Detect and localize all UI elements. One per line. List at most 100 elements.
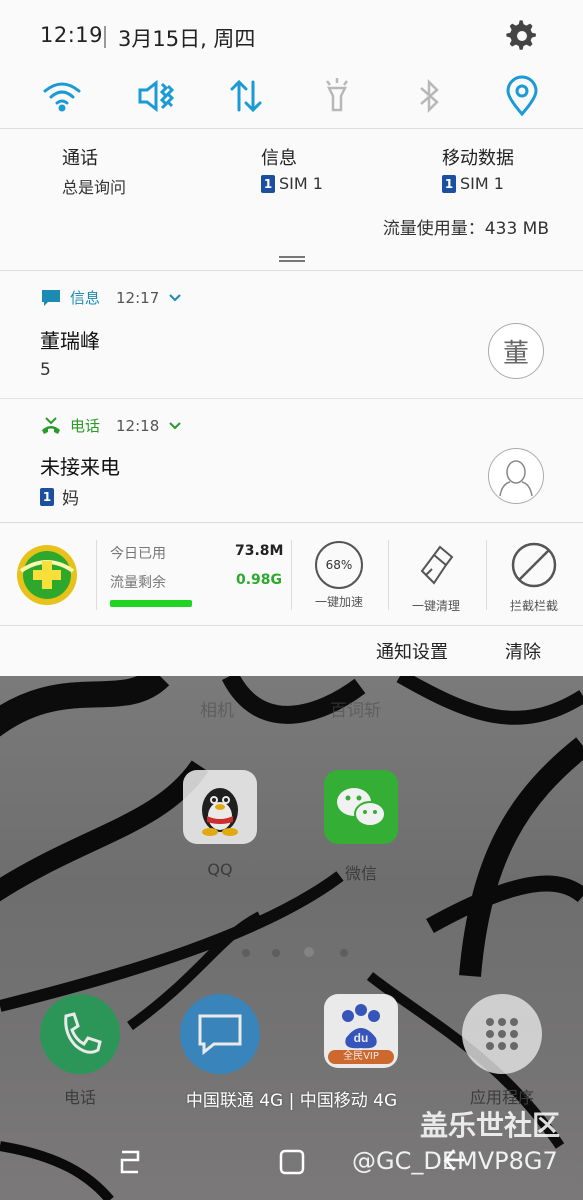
gear-icon xyxy=(506,20,536,50)
security-app-logo[interactable] xyxy=(15,543,79,607)
notification-header: 信息 12:17 xyxy=(40,287,183,308)
contact-avatar[interactable] xyxy=(488,448,544,504)
home-label-baicizhan: 百词斩 xyxy=(330,701,381,721)
notification-title: 未接来电 xyxy=(40,455,120,479)
person-icon xyxy=(499,460,533,496)
call-value: 总是询问 xyxy=(62,174,126,198)
sim1-badge-icon: 1 xyxy=(40,487,54,506)
page-dot xyxy=(272,949,280,957)
header-divider xyxy=(104,26,106,48)
broom-icon xyxy=(420,545,454,585)
chevron-down-icon[interactable] xyxy=(167,418,183,434)
wifi-icon xyxy=(43,82,81,112)
block-label: 拦截栏截 xyxy=(509,599,558,613)
call-value-text: 总是询问 xyxy=(62,178,127,197)
home-label-camera: 相机 xyxy=(200,701,234,721)
phone-icon xyxy=(64,1012,102,1054)
recent-apps-icon xyxy=(120,1150,140,1174)
data-usage: 流量使用量：433 MB xyxy=(382,219,549,239)
home-button[interactable] xyxy=(276,1146,308,1178)
qq-app[interactable] xyxy=(183,770,257,844)
sound-toggle[interactable] xyxy=(130,72,178,120)
notification-body: 5 xyxy=(40,360,51,380)
location-icon xyxy=(506,75,538,117)
qq-label: QQ xyxy=(207,860,233,879)
message-title: 信息 xyxy=(261,148,297,169)
wechat-label: 微信 xyxy=(344,864,377,883)
mobile-data-value: 1 SIM 1 xyxy=(442,174,514,193)
apps-drawer[interactable] xyxy=(462,994,542,1074)
divider xyxy=(96,540,97,610)
missed-call-icon xyxy=(42,416,60,434)
today-used-label: 今日已用 xyxy=(110,546,166,562)
block-button[interactable]: 拦截栏截 xyxy=(489,541,579,614)
bluetooth-toggle[interactable] xyxy=(405,72,453,120)
call-title: 通话 xyxy=(62,148,98,169)
contact-avatar[interactable]: 董 xyxy=(488,323,544,379)
divider xyxy=(388,540,389,610)
clean-button[interactable]: 一键清理 xyxy=(391,541,481,614)
sim-card-panel: 通话 总是询问 信息 1 SIM 1 移动数据 1 SIM 1 流量使用量：43… xyxy=(0,130,583,270)
back-icon xyxy=(443,1149,464,1171)
svg-text:du: du xyxy=(354,1031,369,1045)
settings-gear-button[interactable] xyxy=(506,20,538,52)
apps-grid-icon xyxy=(486,1018,518,1050)
mobile-data-toggle[interactable] xyxy=(222,72,270,120)
home-icon xyxy=(279,1149,305,1175)
recent-apps-button[interactable] xyxy=(114,1146,146,1178)
flashlight-icon xyxy=(326,78,348,112)
today-used-value: 73.8M xyxy=(235,543,284,559)
baidu-app[interactable]: du 全民VIP xyxy=(324,994,398,1068)
wechat-app[interactable] xyxy=(324,770,398,844)
phone-app[interactable] xyxy=(40,994,120,1074)
notification-time: 12:18 xyxy=(116,416,160,435)
boost-button[interactable]: 68% 一键加速 xyxy=(294,541,384,610)
quick-settings-row xyxy=(0,72,583,127)
back-button[interactable] xyxy=(440,1146,472,1178)
chat-bubble-icon xyxy=(42,289,60,306)
divider xyxy=(291,540,292,610)
location-toggle[interactable] xyxy=(498,72,546,120)
wechat-icon xyxy=(337,788,386,827)
notification-body-text: 妈 xyxy=(62,489,79,509)
message-sim-setting[interactable]: 信息 1 SIM 1 xyxy=(261,144,323,193)
mobile-data-title: 移动数据 xyxy=(442,148,514,169)
flashlight-toggle[interactable] xyxy=(313,72,361,120)
divider xyxy=(0,128,583,129)
sim1-badge-icon: 1 xyxy=(442,174,456,193)
mobile-data-sim-setting[interactable]: 移动数据 1 SIM 1 xyxy=(442,144,514,193)
baidu-vip-badge: 全民VIP xyxy=(328,1050,394,1064)
drag-handle[interactable] xyxy=(279,256,305,262)
sim1-badge-icon: 1 xyxy=(261,174,275,193)
notification-shade: 12:19 3月15日, 周四 通话 总是询问 信息 1 SIM 1 移动数据 … xyxy=(0,0,583,676)
missed-call-notification[interactable]: 电话 12:18 未接来电 1 妈 xyxy=(0,399,583,522)
messages-app[interactable] xyxy=(180,994,260,1074)
call-sim-setting[interactable]: 通话 总是询问 xyxy=(62,144,126,198)
notification-app-name: 信息 xyxy=(70,289,101,307)
data-left-label: 流量剩余 xyxy=(110,575,166,591)
notification-header: 电话 12:18 xyxy=(40,415,183,436)
date[interactable]: 3月15日, 周四 xyxy=(118,23,255,53)
notification-body-text: 5 xyxy=(40,360,51,380)
mobile-data-icon xyxy=(230,79,262,113)
notification-time: 12:17 xyxy=(116,288,160,307)
shade-header: 12:19 3月15日, 周四 xyxy=(0,0,583,70)
data-left-bar xyxy=(110,600,192,607)
message-value: 1 SIM 1 xyxy=(261,174,323,193)
page-dot xyxy=(242,949,250,957)
bluetooth-icon xyxy=(420,78,439,114)
data-left-value: 0.98G xyxy=(236,572,283,588)
message-icon xyxy=(198,1014,242,1056)
message-notification[interactable]: 信息 12:17 董瑞峰 5 董 xyxy=(0,271,583,398)
data-left-bar-fill xyxy=(110,600,192,607)
qq-icon xyxy=(202,788,238,836)
mobile-data-value-text: SIM 1 xyxy=(460,174,504,193)
block-icon xyxy=(511,542,557,588)
notification-settings-button[interactable]: 通知设置 xyxy=(376,638,448,664)
memory-gauge: 68% xyxy=(315,541,363,589)
chevron-down-icon[interactable] xyxy=(167,290,183,306)
wifi-toggle[interactable] xyxy=(38,72,86,120)
clear-all-button[interactable]: 清除 xyxy=(505,638,541,664)
notification-body: 1 妈 xyxy=(40,484,79,509)
clean-label: 一键清理 xyxy=(411,599,460,613)
